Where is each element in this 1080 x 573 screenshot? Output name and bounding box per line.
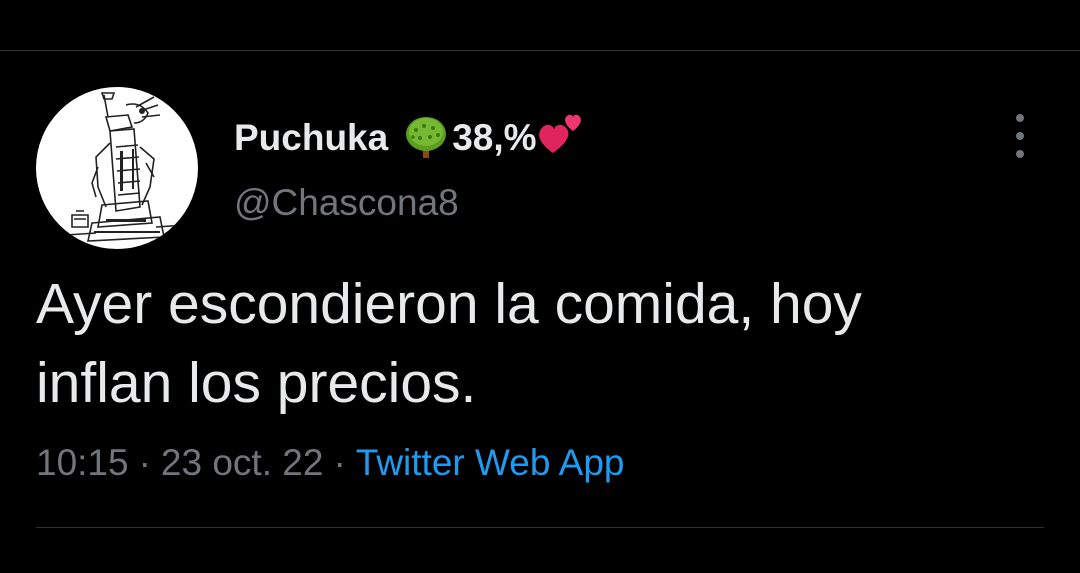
tweet-text-line-2: inflan los precios. xyxy=(36,351,477,415)
ellipsis-dot xyxy=(1016,150,1024,158)
tweet-text-line-1: Ayer escondieron la comida, hoy xyxy=(36,272,862,336)
avatar[interactable] xyxy=(36,87,198,249)
name-suffix: 38,% xyxy=(452,117,537,158)
statue-drawing-image xyxy=(65,92,187,242)
author-handle[interactable]: @Chascona8 xyxy=(234,182,459,224)
author-name-row[interactable]: Puchuka 38,% xyxy=(234,112,587,164)
tweet-text: Ayer escondieron la comida, hoy inflan l… xyxy=(36,265,1046,423)
tweet-time[interactable]: 10:15 xyxy=(36,442,129,483)
tweet-detail: Puchuka 38,% @Chascona8 Ayer escondieron… xyxy=(0,0,1080,573)
deciduous-tree-icon xyxy=(402,114,450,162)
separator: · xyxy=(138,442,151,483)
two-hearts-icon xyxy=(537,109,587,159)
ellipsis-dot xyxy=(1016,132,1024,140)
bottom-divider xyxy=(36,527,1044,528)
display-name[interactable]: Puchuka xyxy=(234,117,388,159)
separator: · xyxy=(333,442,346,483)
top-divider xyxy=(0,50,1080,51)
ellipsis-vertical-icon xyxy=(1016,114,1024,122)
tweet-source-link[interactable]: Twitter Web App xyxy=(356,442,625,483)
tweet-metadata: 10:15 · 23 oct. 22 · Twitter Web App xyxy=(36,442,625,484)
tweet-date[interactable]: 23 oct. 22 xyxy=(161,442,324,483)
more-options-button[interactable] xyxy=(1005,114,1035,158)
